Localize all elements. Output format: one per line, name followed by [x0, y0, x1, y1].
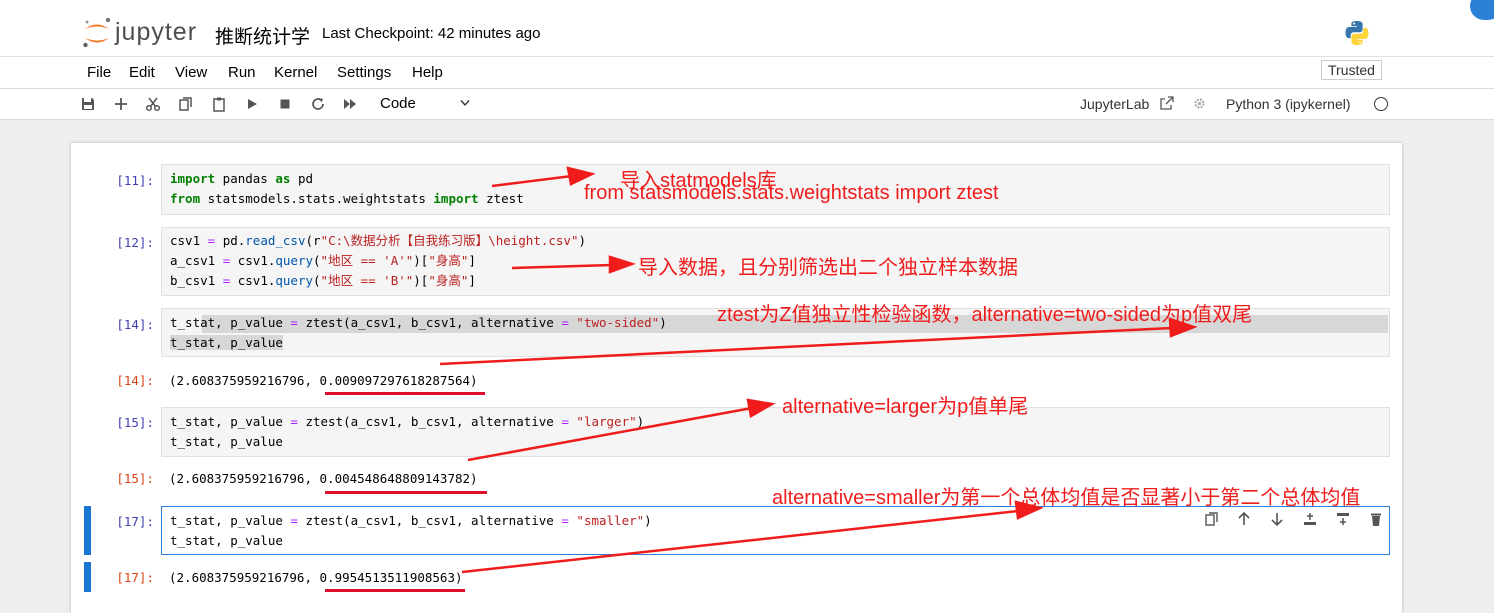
code-line: t_stat, p_value	[170, 533, 283, 548]
insert-above-icon[interactable]	[1302, 511, 1320, 529]
copy-icon[interactable]	[176, 94, 196, 114]
kernel-name[interactable]: Python 3 (ipykernel)	[1226, 96, 1351, 112]
external-link-icon[interactable]	[1160, 96, 1174, 110]
annotation-two-sided: ztest为Z值独立性检验函数，alternative=two-sided为p值…	[717, 304, 1253, 326]
cell-prompt: [11]:	[116, 173, 154, 188]
annotation-larger: alternative=larger为p值单尾	[782, 396, 1029, 418]
run-icon[interactable]	[242, 94, 262, 114]
cell-prompt: [14]:	[116, 317, 154, 332]
cell-type-value: Code	[380, 95, 416, 112]
pvalue-underline	[325, 392, 485, 395]
menu-settings[interactable]: Settings	[337, 64, 391, 81]
code-line: a_csv1 = csv1.query("地区 == 'A'")["身高"]	[170, 253, 476, 268]
cut-icon[interactable]	[143, 94, 163, 114]
restart-icon[interactable]	[308, 94, 328, 114]
cell-prompt: [17]:	[116, 514, 154, 529]
pvalue-underline	[325, 589, 465, 592]
menu-kernel[interactable]: Kernel	[274, 64, 317, 81]
save-icon[interactable]	[78, 94, 98, 114]
duplicate-cell-icon[interactable]	[1204, 511, 1222, 529]
gear-icon[interactable]	[1193, 97, 1206, 110]
jupyterlab-link[interactable]: JupyterLab	[1080, 96, 1149, 112]
insert-below-icon[interactable]	[1335, 511, 1353, 529]
menu-run[interactable]: Run	[228, 64, 256, 81]
annotation-import-code: from statsmodels.stats.weightstats impor…	[584, 182, 999, 204]
jupyter-logo-icon[interactable]	[82, 16, 112, 50]
code-line: import pandas as pd	[170, 171, 314, 186]
menu-bar: File Edit View Run Kernel Settings Help …	[0, 57, 1494, 89]
chevron-down-icon	[460, 100, 470, 107]
cell-prompt: [12]:	[116, 235, 154, 250]
delete-cell-icon[interactable]	[1368, 511, 1386, 529]
cell-type-select[interactable]: Code	[374, 93, 472, 115]
output-prompt: [15]:	[116, 471, 154, 486]
trusted-indicator[interactable]: Trusted	[1321, 60, 1382, 80]
cell-output: (2.608375959216796, 0.9954513511908563)	[169, 570, 463, 585]
cell-toolbar	[1204, 511, 1384, 531]
code-line: b_csv1 = csv1.query("地区 == 'B'")["身高"]	[170, 273, 476, 288]
extension-badge-icon[interactable]	[1470, 0, 1494, 20]
output-prompt: [17]:	[116, 570, 154, 585]
add-cell-icon[interactable]	[111, 94, 131, 114]
cell-prompt: [15]:	[116, 415, 154, 430]
restart-run-all-icon[interactable]	[340, 94, 360, 114]
output-prompt: [14]:	[116, 373, 154, 388]
annotation-import-data: 导入数据，且分别筛选出二个独立样本数据	[638, 257, 1018, 279]
menu-file[interactable]: File	[87, 64, 111, 81]
jupyter-logo-text: jupyter	[115, 18, 198, 46]
move-down-icon[interactable]	[1269, 511, 1287, 529]
code-line: csv1 = pd.read_csv(r"C:\数据分析【自我练习版】\heig…	[170, 233, 587, 248]
code-line: t_stat, p_value = ztest(a_csv1, b_csv1, …	[170, 315, 667, 330]
code-cell-input[interactable]: t_stat, p_value = ztest(a_csv1, b_csv1, …	[161, 407, 1390, 457]
move-up-icon[interactable]	[1236, 511, 1254, 529]
kernel-status-icon	[1374, 97, 1388, 111]
annotation-smaller: alternative=smaller为第一个总体均值是否显著小于第二个总体均值	[772, 487, 1361, 509]
code-line: t_stat, p_value = ztest(a_csv1, b_csv1, …	[170, 414, 645, 429]
checkpoint-status: Last Checkpoint: 42 minutes ago	[322, 25, 541, 42]
code-line: t_stat, p_value = ztest(a_csv1, b_csv1, …	[170, 513, 652, 528]
menu-edit[interactable]: Edit	[129, 64, 155, 81]
paste-icon[interactable]	[209, 94, 229, 114]
code-line: t_stat, p_value	[170, 434, 283, 449]
pvalue-underline	[325, 491, 487, 494]
menu-help[interactable]: Help	[412, 64, 443, 81]
notebook-toolbar: Code JupyterLab Python 3 (ipykernel)	[0, 89, 1494, 120]
cell-output: (2.608375959216796, 0.009097297618287564…	[169, 373, 478, 388]
stop-icon[interactable]	[275, 94, 295, 114]
code-line: t_stat, p_value	[170, 335, 283, 350]
code-line: from statsmodels.stats.weightstats impor…	[170, 191, 524, 206]
header-bar: jupyter 推断统计学 Last Checkpoint: 42 minute…	[0, 0, 1494, 57]
notebook-title[interactable]: 推断统计学	[215, 22, 310, 49]
menu-view[interactable]: View	[175, 64, 207, 81]
python-logo-icon	[1345, 21, 1369, 45]
cell-output: (2.608375959216796, 0.004548648809143782…	[169, 471, 478, 486]
